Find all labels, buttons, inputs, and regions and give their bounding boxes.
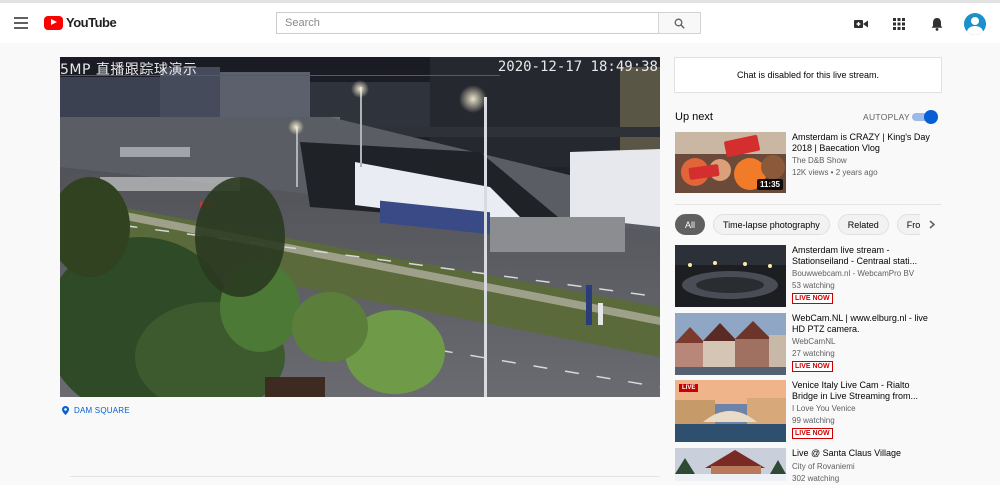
account-avatar[interactable]: [964, 13, 986, 35]
video-thumbnail-2[interactable]: [675, 313, 786, 375]
video-channel-1[interactable]: Bouwwebcam.nl - WebcamPro BV: [792, 268, 932, 280]
video-channel-4[interactable]: City of Rovaniemi: [792, 461, 932, 473]
video-title-4[interactable]: Live @ Santa Claus Village: [792, 448, 930, 459]
up-next-title[interactable]: Amsterdam is CRAZY | King's Day 2018 | B…: [792, 132, 930, 154]
chip-all[interactable]: All: [675, 214, 706, 235]
search-input[interactable]: [276, 12, 658, 34]
notifications-bell-icon[interactable]: [926, 13, 948, 35]
video-meta-1: 53 watching: [792, 281, 835, 290]
video-thumbnail-1[interactable]: [675, 245, 786, 307]
apps-grid-icon[interactable]: [888, 13, 910, 35]
menu-icon[interactable]: [14, 17, 28, 29]
top-bar: YouTube: [0, 0, 1000, 43]
header-actions: [850, 13, 986, 35]
video-meta-2: 27 watching: [792, 349, 835, 358]
chip-from-channel[interactable]: From The D&B Show: [896, 214, 920, 235]
video-title-1[interactable]: Amsterdam live stream - Stationseiland -…: [792, 245, 930, 267]
up-next-meta: 12K views • 2 years ago: [792, 168, 878, 177]
video-channel-3[interactable]: I Love You Venice: [792, 403, 932, 415]
search-bar: [276, 12, 701, 34]
chevron-right-icon: [929, 219, 935, 229]
up-next-heading: Up next: [675, 111, 713, 123]
chat-disabled-panel: Chat is disabled for this live stream.: [674, 57, 942, 93]
live-now-badge-3: LIVE NOW: [792, 428, 833, 439]
osd-camera-label: 5MP 直播跟踪球演示: [60, 62, 198, 78]
video-frame-scene: [60, 57, 660, 397]
search-icon: [674, 18, 685, 29]
video-meta-3: 99 watching: [792, 416, 835, 425]
autoplay-toggle[interactable]: [912, 110, 938, 124]
location-text: DAM SQUARE: [74, 406, 130, 415]
video-meta-4: 302 watching: [792, 474, 840, 483]
create-video-icon[interactable]: [850, 13, 872, 35]
location-pin-icon: [62, 406, 69, 415]
osd-timestamp: 2020-12-17 18:49:38: [497, 59, 658, 75]
video-thumbnail-2-image: [675, 313, 786, 375]
video-player[interactable]: 5MP 直播跟踪球演示 2020-12-17 18:49:38: [60, 57, 660, 397]
video-thumbnail-4[interactable]: [675, 448, 786, 481]
up-next-channel[interactable]: The D&B Show: [792, 155, 932, 167]
up-next-divider: [675, 204, 941, 205]
chip-time-lapse[interactable]: Time-lapse photography: [713, 214, 830, 235]
autoplay-toggle-knob: [924, 110, 938, 124]
description-divider: [70, 476, 660, 477]
live-now-badge-1: LIVE NOW: [792, 293, 833, 304]
location-link[interactable]: DAM SQUARE: [62, 406, 130, 415]
live-now-badge-2: LIVE NOW: [792, 361, 833, 372]
chat-disabled-text: Chat is disabled for this live stream.: [736, 70, 880, 80]
video-thumbnail-4-image: [675, 448, 786, 481]
osd-divider: [60, 75, 500, 76]
up-next-thumbnail[interactable]: 11:35: [675, 132, 786, 193]
logo-text: YouTube: [66, 15, 117, 30]
video-thumbnail-1-image: [675, 245, 786, 307]
video-title-3[interactable]: Venice Italy Live Cam - Rialto Bridge in…: [792, 380, 930, 402]
autoplay-label: AUTOPLAY: [863, 112, 910, 122]
filter-chips-row: All Time-lapse photography Related From …: [675, 213, 920, 236]
thumbnail-live-badge: LIVE: [679, 384, 699, 392]
video-thumbnail-3[interactable]: LIVE: [675, 380, 786, 442]
filter-chips: All Time-lapse photography Related From …: [675, 213, 920, 236]
chip-related[interactable]: Related: [837, 214, 889, 235]
youtube-play-icon: [44, 15, 63, 30]
chips-next-arrow[interactable]: [925, 217, 939, 231]
video-title-2[interactable]: WebCam.NL | www.elburg.nl - live HD PTZ …: [792, 313, 930, 335]
avatar-icon: [964, 13, 986, 35]
search-button[interactable]: [658, 12, 701, 34]
up-next-duration: 11:35: [756, 179, 783, 190]
video-channel-2[interactable]: WebCamNL: [792, 336, 932, 348]
youtube-logo[interactable]: YouTube: [44, 15, 117, 30]
